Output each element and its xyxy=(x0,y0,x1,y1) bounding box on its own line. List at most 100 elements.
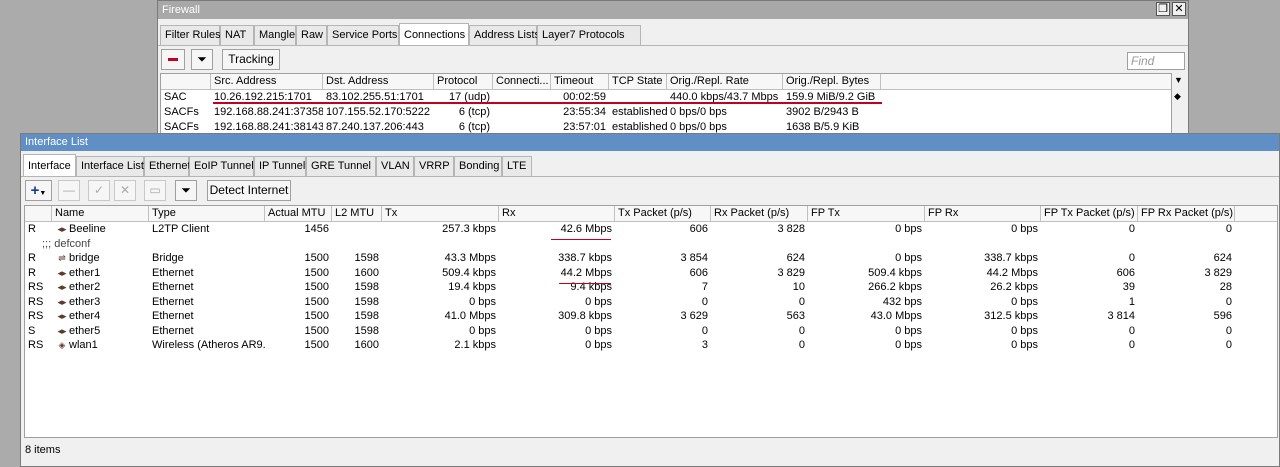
tab-address-lists[interactable]: Address Lists xyxy=(469,25,540,45)
column-header[interactable]: Orig./Repl. Bytes xyxy=(783,74,881,89)
column-header[interactable]: FP Rx xyxy=(925,206,1041,221)
tab-service-ports[interactable]: Service Ports xyxy=(327,25,399,45)
disable-button[interactable]: ✕ xyxy=(114,180,136,201)
underline-annotation-rx-ether1 xyxy=(559,283,611,284)
table-row[interactable]: RS ◂▸ ether3 Ethernet 1500 1598 0 bps 0 bps 0 0 43… xyxy=(25,295,1277,310)
tab-interface-list[interactable]: Interface List xyxy=(76,156,144,176)
table-cell-flag: R xyxy=(28,223,36,235)
scroll-down-icon[interactable]: ▼ xyxy=(1174,75,1183,85)
column-header[interactable]: Rx Packet (p/s) xyxy=(711,206,808,221)
tab-lte[interactable]: LTE xyxy=(502,156,532,176)
tab-ethernet[interactable]: Ethernet xyxy=(144,156,191,176)
table-cell-tx: 509.4 kbps xyxy=(442,266,496,279)
add-button[interactable]: +▼ xyxy=(25,180,52,201)
table-row[interactable]: RS ◂▸ ether2 Ethernet 1500 1598 19.4 kbps 9.4 k… xyxy=(25,280,1277,295)
remove-button[interactable] xyxy=(161,49,185,70)
filter-button[interactable]: ⏷ xyxy=(175,180,197,201)
tab-gre-tunnel[interactable]: GRE Tunnel xyxy=(306,156,376,176)
status-bar: 8 items xyxy=(25,444,61,456)
table-row[interactable]: S ◂▸ ether5 Ethernet 1500 1598 0 bps 0 bps 0 0 0 b… xyxy=(25,324,1277,339)
table-cell-fptx: 266.2 kbps xyxy=(868,281,922,293)
tab-layer7-protocols[interactable]: Layer7 Protocols xyxy=(537,25,641,45)
interface-name: ether5 xyxy=(69,324,101,337)
column-header[interactable]: FP Tx Packet (p/s) xyxy=(1041,206,1138,221)
tab-raw[interactable]: Raw xyxy=(296,25,327,45)
column-header[interactable] xyxy=(161,74,211,89)
table-cell-rx: 0 bps xyxy=(585,339,612,351)
column-header[interactable]: L2 MTU xyxy=(332,206,382,221)
tab-bonding[interactable]: Bonding xyxy=(454,156,502,176)
table-row[interactable]: SACFs 192.168.88.241:37358 107.155.52.170:… xyxy=(161,105,1171,120)
tunnel-icon: ◂▸ xyxy=(57,224,67,234)
table-cell-txp: 7 xyxy=(701,281,708,293)
column-header[interactable]: Protocol xyxy=(434,74,493,89)
detect-internet-button[interactable]: Detect Internet xyxy=(207,180,291,201)
table-row[interactable]: R ⇌ bridge Bridge 1500 1598 43.3 Mbps 338.7 kbp… xyxy=(25,251,1277,266)
tab-filter-rules[interactable]: Filter Rules xyxy=(160,25,221,45)
table-row[interactable]: R ◂▸ ether1 Ethernet 1500 1600 509.4 kbps 44.2 … xyxy=(25,266,1277,281)
column-header[interactable]: Dst. Address xyxy=(323,74,434,89)
tab-connections[interactable]: Connections xyxy=(399,23,469,45)
column-header[interactable]: Name xyxy=(52,206,149,221)
tab-vlan[interactable]: VLAN xyxy=(376,156,414,176)
minus-icon xyxy=(168,58,178,62)
table-cell: SAC xyxy=(164,91,187,103)
restore-button[interactable]: ❐ xyxy=(1156,2,1170,16)
column-header[interactable]: Connecti... xyxy=(493,74,551,89)
table-row[interactable]: RS ◂▸ ether4 Ethernet 1500 1598 41.0 Mbps 309.8… xyxy=(25,309,1277,324)
table-cell-tx: 19.4 kbps xyxy=(448,281,496,293)
tab-vrrp[interactable]: VRRP xyxy=(414,156,454,176)
column-header[interactable]: FP Tx xyxy=(808,206,925,221)
interface-name: ether4 xyxy=(69,310,101,322)
column-header[interactable]: Rx xyxy=(499,206,615,221)
column-header[interactable] xyxy=(25,206,52,221)
table-cell-flag: RS xyxy=(28,310,44,322)
close-button[interactable]: ✕ xyxy=(1172,2,1186,16)
column-header[interactable]: TCP State xyxy=(609,74,667,89)
table-cell-type: Ethernet xyxy=(152,281,194,293)
table-cell-fptxp: 0 xyxy=(1128,223,1135,235)
find-input[interactable]: Find xyxy=(1127,52,1185,70)
comment-button[interactable]: ▭ xyxy=(144,180,166,201)
column-header[interactable]: Orig./Repl. Rate xyxy=(667,74,783,89)
tracking-button[interactable]: Tracking xyxy=(222,49,280,70)
column-header[interactable]: Actual MTU xyxy=(265,206,332,221)
table-row[interactable]: R ◂▸ Beeline L2TP Client 1456 257.3 kbps 42.6 … xyxy=(25,222,1277,237)
table-cell-fprxp: 624 xyxy=(1213,252,1232,264)
tab-mangle[interactable]: Mangle xyxy=(254,25,296,45)
tab-interface[interactable]: Interface xyxy=(23,154,76,176)
enable-button[interactable]: ✓ xyxy=(88,180,110,201)
table-cell-name: ◂▸ Beeline xyxy=(52,222,149,237)
table-row[interactable]: RS ◈ wlan1 Wireless (Atheros AR9... 1500 1600… xyxy=(25,338,1277,353)
table-cell-mtu: 1500 xyxy=(304,339,329,351)
ethernet-icon: ◂▸ xyxy=(57,325,67,336)
table-cell-txp: 3 xyxy=(701,339,708,351)
table-cell-fptx: 0 bps xyxy=(895,324,922,337)
column-header[interactable]: Src. Address xyxy=(211,74,323,89)
tab-eoip-tunnel[interactable]: EoIP Tunnel xyxy=(189,156,254,176)
table-cell-flag: R xyxy=(28,252,36,264)
remove-button[interactable]: — xyxy=(58,180,80,201)
table-cell-rx: 309.8 kbps xyxy=(558,310,612,322)
table-cell-txp: 606 xyxy=(689,266,708,279)
tab-nat[interactable]: NAT xyxy=(220,25,254,45)
ethernet-icon: ◂▸ xyxy=(57,296,67,307)
column-header[interactable]: Type xyxy=(149,206,265,221)
table-cell-name: ◂▸ ether4 xyxy=(52,309,149,324)
column-header[interactable]: Tx xyxy=(382,206,499,221)
table-cell: 192.168.88.241:37358 xyxy=(214,106,323,118)
table-cell-l2mtu: 1598 xyxy=(354,324,379,337)
table-cell-txp: 606 xyxy=(689,223,708,235)
ethernet-icon: ◂▸ xyxy=(57,282,67,292)
filter-button[interactable]: ⏷ xyxy=(191,49,213,70)
scroll-thumb-icon[interactable]: ◆ xyxy=(1174,91,1181,102)
column-header[interactable]: Tx Packet (p/s) xyxy=(615,206,711,221)
table-cell-rxp: 624 xyxy=(786,252,805,264)
table-cell-rx: 338.7 kbps xyxy=(558,252,612,264)
table-cell-mtu: 1500 xyxy=(304,310,329,322)
tab-ip-tunnel[interactable]: IP Tunnel xyxy=(254,156,306,176)
comment-text: ;;; defconf xyxy=(42,237,91,250)
column-header[interactable]: Timeout xyxy=(551,74,609,89)
table-cell-l2mtu: 1598 xyxy=(354,252,379,264)
column-header[interactable]: FP Rx Packet (p/s) xyxy=(1138,206,1235,221)
